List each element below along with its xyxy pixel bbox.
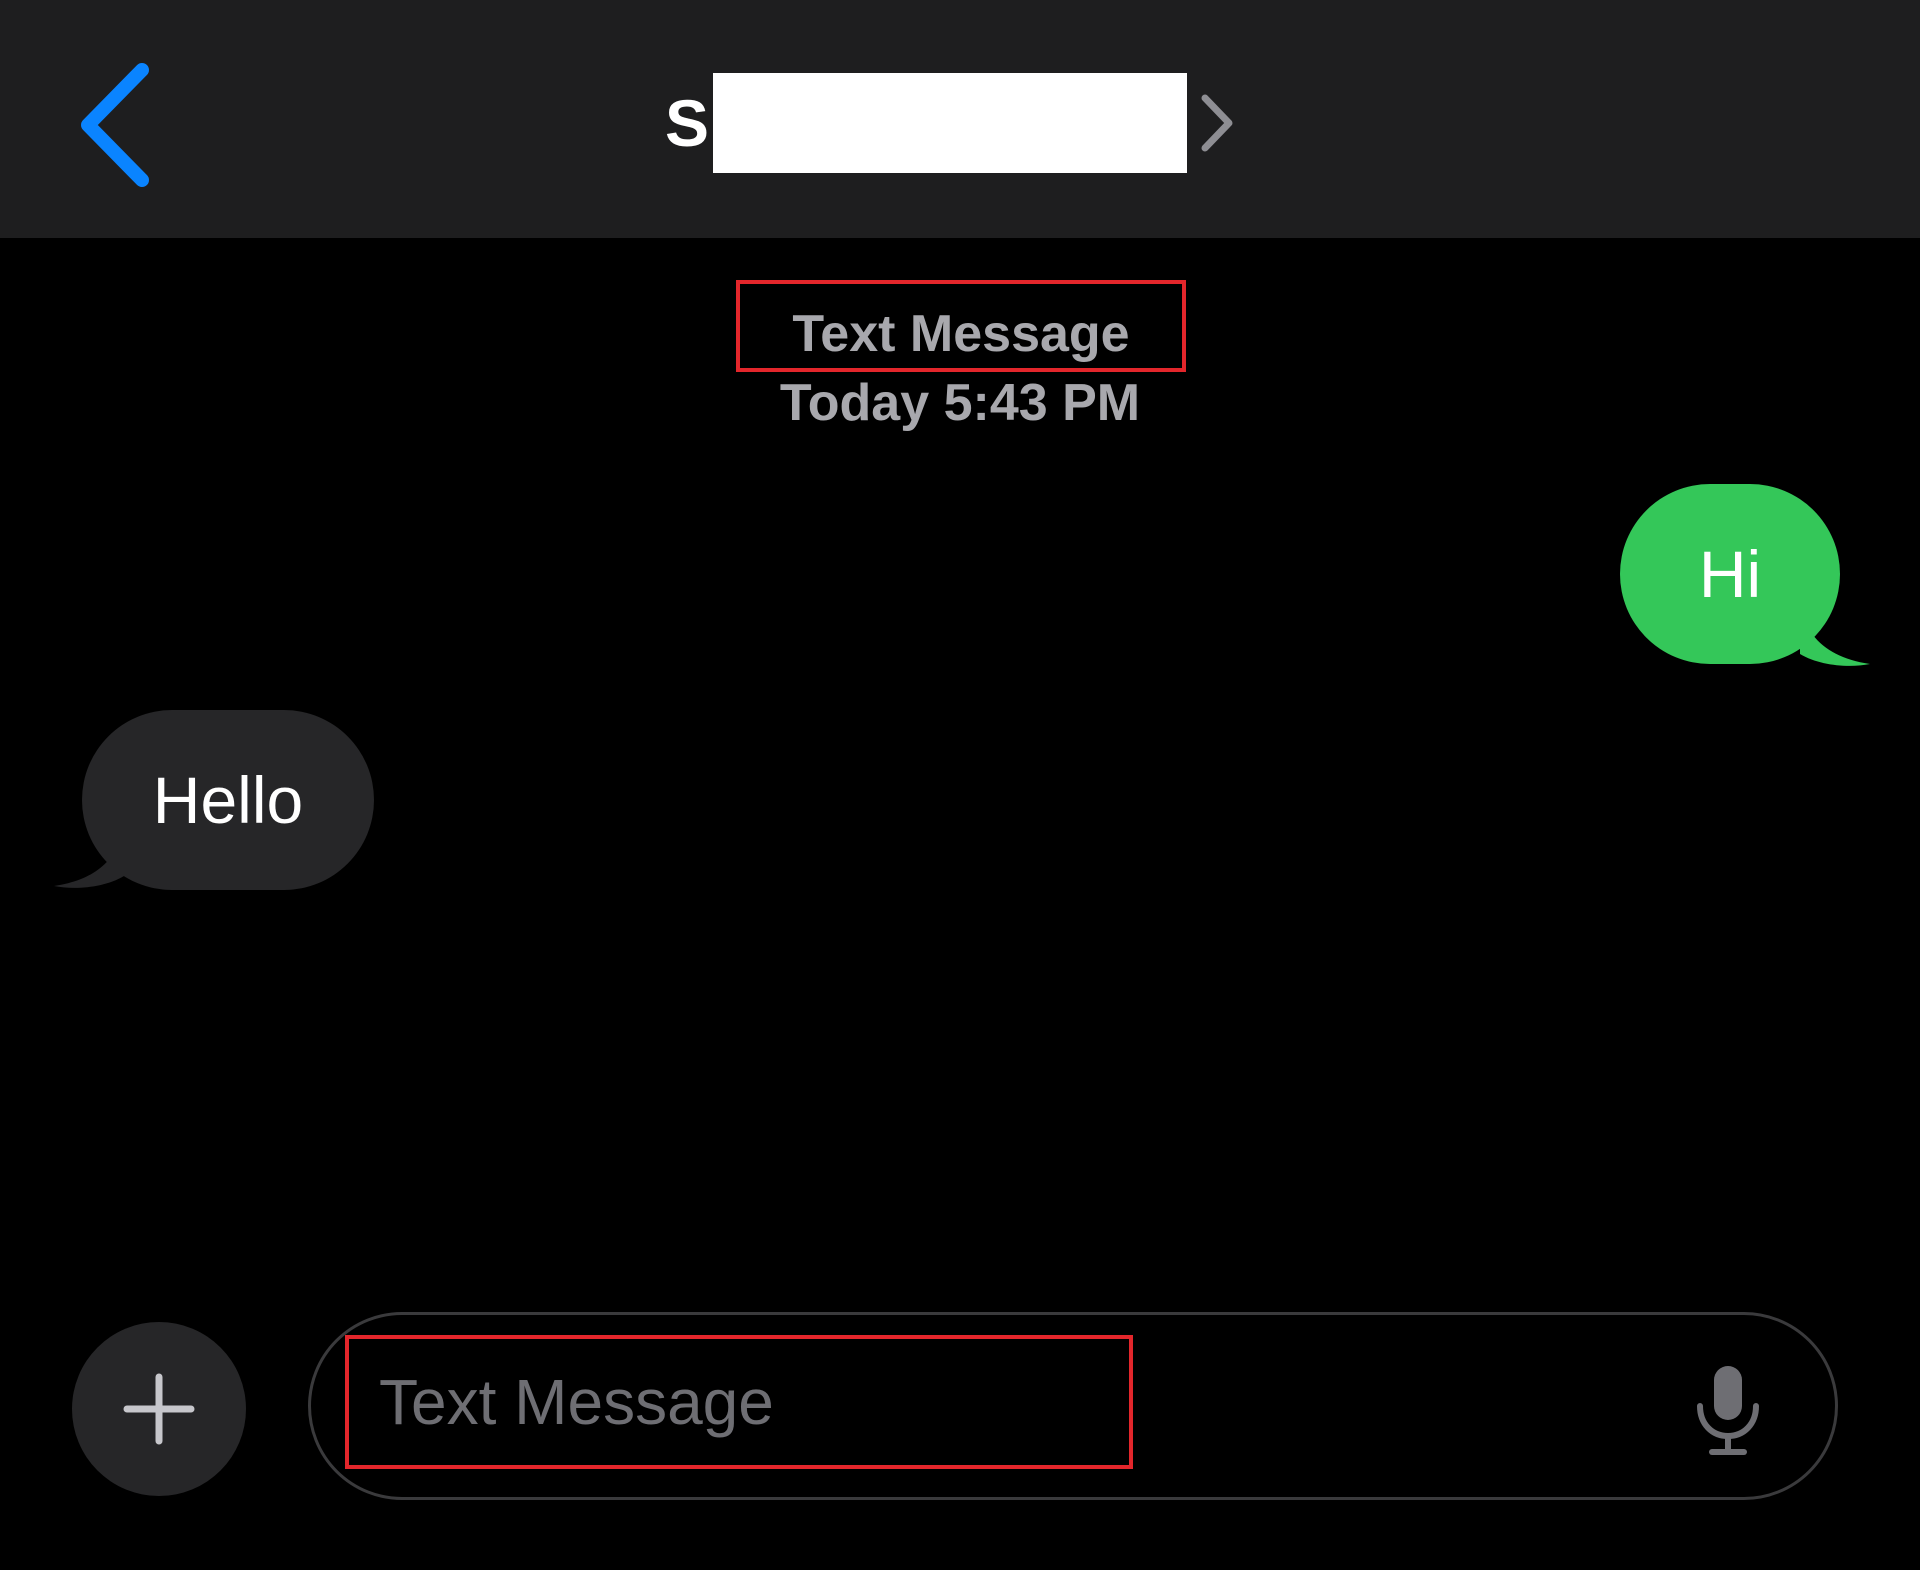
dictation-button[interactable]: [1690, 1362, 1766, 1458]
messages-screen: S Text Message Today 5:43 PM Hi Hello: [0, 0, 1920, 1570]
microphone-icon: [1697, 1366, 1759, 1455]
outgoing-bubble-tail: [1800, 610, 1870, 668]
chevron-right-icon: [1193, 88, 1239, 158]
outgoing-message-text: Hi: [1698, 537, 1762, 611]
plus-icon: [123, 1373, 195, 1445]
service-label-highlight: Text Message: [736, 280, 1186, 372]
conversation-timestamp: Today 5:43 PM: [779, 374, 1141, 432]
contact-name: S: [665, 86, 710, 160]
message-input[interactable]: [379, 1365, 1129, 1439]
incoming-message-text: Hello: [152, 763, 304, 837]
chevron-left-icon: [81, 63, 149, 187]
service-label: Text Message: [792, 305, 1130, 363]
incoming-bubble-tail: [54, 832, 124, 890]
contact-name-button[interactable]: S: [665, 72, 1239, 174]
contact-name-redaction: [713, 73, 1188, 173]
message-input-highlight: [345, 1335, 1133, 1469]
add-attachment-button[interactable]: [72, 1322, 246, 1496]
conversation-header: S: [0, 0, 1920, 238]
back-button[interactable]: [70, 60, 170, 190]
incoming-message-bubble[interactable]: Hello: [82, 710, 374, 890]
